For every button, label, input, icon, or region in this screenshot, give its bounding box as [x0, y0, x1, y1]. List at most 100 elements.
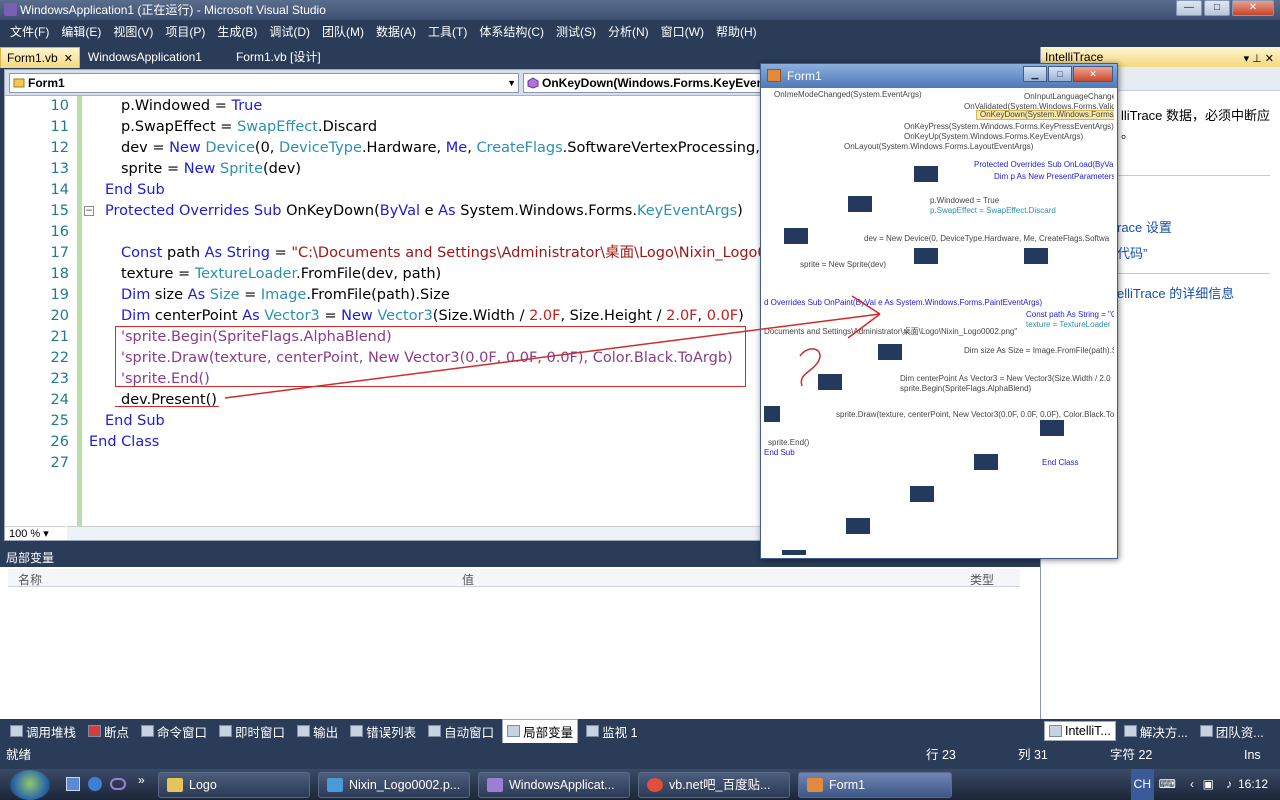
visual-studio-quicklaunch-icon[interactable] [110, 778, 126, 790]
tab-autos[interactable]: 自动窗口 [424, 720, 498, 743]
render-artifact-block [1024, 248, 1048, 264]
form1-maximize-button[interactable]: □ [1048, 66, 1072, 82]
render-artifact-block [846, 518, 870, 534]
ime-indicator[interactable]: CH [1130, 769, 1154, 800]
tab-label: 调用堆栈 [26, 725, 77, 740]
visual-studio-icon [487, 778, 503, 792]
render-artifact-block [878, 344, 902, 360]
menu-project[interactable]: 项目(P) [159, 23, 211, 40]
render-artifact-text: sprite.End() [768, 438, 810, 447]
keyboard-icon[interactable]: ⌨ [1159, 769, 1176, 800]
menu-debug[interactable]: 调试(D) [263, 23, 316, 40]
network-icon[interactable]: ▣ [1203, 769, 1214, 800]
task-logo[interactable]: Logo [158, 772, 310, 798]
tab-solution-explorer[interactable]: 解决方... [1120, 720, 1192, 743]
tab-label: IntelliT... [1065, 724, 1111, 738]
tab-label: 错误列表 [366, 725, 417, 740]
column-type[interactable]: 类型 [970, 571, 994, 588]
tab-immediate-window[interactable]: 即时窗口 [215, 720, 289, 743]
zoom-value: 100 % [9, 528, 41, 540]
intellitrace-settings-link[interactable]: race 设置 [1117, 217, 1172, 236]
tab-intellitrace[interactable]: IntelliT... [1044, 721, 1116, 741]
show-desktop-icon[interactable] [66, 777, 80, 791]
menu-analyze[interactable]: 分析(N) [602, 23, 655, 40]
column-name[interactable]: 名称 [18, 571, 42, 588]
render-artifact-block [914, 166, 938, 182]
line-number: 11 [50, 119, 69, 135]
collapse-icon[interactable]: − [84, 206, 94, 216]
menu-architecture[interactable]: 体系结构(C) [473, 23, 550, 40]
tab-form1-vb[interactable]: Form1.vb ✕ [0, 47, 80, 68]
menu-file[interactable]: 文件(F) [4, 23, 55, 40]
code-editor[interactable]: Form1 ▼ OnKeyDown(Windows.Forms.KeyEvent… [4, 69, 799, 541]
line-number: 24 [50, 392, 69, 408]
chevron-right-icon[interactable]: » [138, 773, 145, 787]
method-combo[interactable]: OnKeyDown(Windows.Forms.KeyEventArgs) [523, 73, 799, 93]
line-number: 26 [50, 434, 69, 450]
maximize-button[interactable]: □ [1204, 0, 1230, 16]
code-area[interactable]: 10 p.Windowed = True 11 p.SwapEffect = S… [5, 96, 763, 528]
horizontal-scrollbar[interactable] [67, 526, 763, 540]
menu-view[interactable]: 视图(V) [107, 23, 159, 40]
task-windowsapplication[interactable]: WindowsApplicat... [478, 772, 630, 798]
tab-label: WindowsApplication1 [87, 50, 202, 64]
output-icon [297, 725, 311, 737]
pin-icon[interactable]: ▾ ⊥ ✕ [1244, 49, 1274, 69]
menu-help[interactable]: 帮助(H) [710, 23, 763, 40]
menu-tools[interactable]: 工具(T) [422, 23, 473, 40]
team-explorer-icon [1199, 725, 1213, 737]
class-combo[interactable]: Form1 ▼ [9, 73, 519, 93]
tab-team-explorer[interactable]: 团队资... [1196, 720, 1268, 743]
tab-windowsapplication1[interactable]: WindowsApplication1 [82, 47, 208, 68]
menu-window[interactable]: 窗口(W) [655, 23, 710, 40]
intellitrace-message: lliTrace 数据，必须中断应 [1121, 108, 1271, 123]
tab-call-stack[interactable]: 调用堆栈 [6, 720, 80, 743]
autos-icon [428, 725, 442, 737]
folder-icon [167, 778, 183, 792]
minimize-button[interactable]: — [1176, 0, 1202, 16]
close-button[interactable]: ✕ [1232, 0, 1274, 16]
volume-icon[interactable]: ♪ [1226, 769, 1232, 800]
form1-window[interactable]: Form1 ▁ □ ✕ OnImeModeChanged(System.Even… [760, 63, 1118, 559]
render-artifact-text: OnKeyPress(System.Windows.Forms.KeyPress… [904, 122, 1114, 131]
menu-edit[interactable]: 编辑(E) [55, 23, 107, 40]
chevron-left-icon[interactable]: ‹ [1190, 769, 1194, 800]
render-artifact-text: Dim size As Size = Image.FromFile(path).… [964, 346, 1114, 355]
tab-output[interactable]: 输出 [293, 720, 342, 743]
task-nixin-logo[interactable]: Nixin_Logo0002.p... [318, 772, 470, 798]
clock[interactable]: 16:12 [1238, 769, 1268, 800]
render-artifact-block [1040, 420, 1064, 436]
tab-label: 自动窗口 [444, 725, 495, 740]
zoom-combo[interactable]: 100 % ▾ [5, 526, 65, 540]
render-artifact-text: End Sub [764, 448, 795, 457]
status-column: 列 31 [1018, 748, 1048, 762]
render-artifact-text: dev = New Device(0, DeviceType.Hardware,… [864, 234, 1110, 243]
menu-team[interactable]: 团队(M) [316, 23, 370, 40]
form1-minimize-button[interactable]: ▁ [1023, 66, 1047, 82]
close-tab-icon[interactable]: ✕ [64, 53, 73, 65]
intellitrace-code-link[interactable]: 代码” [1117, 243, 1147, 262]
render-artifact-text: OnKeyUp(System.Windows.Forms.KeyEventArg… [904, 132, 1084, 141]
tab-label: 输出 [313, 725, 339, 740]
task-browser[interactable]: vb.net吧_百度贴... [638, 772, 790, 798]
tab-watch-1[interactable]: 监视 1 [582, 720, 641, 743]
menu-build[interactable]: 生成(B) [211, 23, 263, 40]
menu-data[interactable]: 数据(A) [370, 23, 422, 40]
menu-test[interactable]: 测试(S) [550, 23, 602, 40]
ie-icon[interactable] [88, 777, 102, 791]
tab-label: 命令窗口 [157, 725, 208, 740]
tab-form1-design[interactable]: Form1.vb [设计] [230, 47, 327, 68]
form1-close-button[interactable]: ✕ [1073, 66, 1113, 82]
render-artifact-text: Protected Overrides Sub OnLoad(ByVal e [974, 160, 1114, 169]
start-button[interactable] [10, 770, 50, 800]
task-form1[interactable]: Form1 [798, 772, 952, 798]
tab-breakpoints[interactable]: 断点 [84, 720, 133, 743]
column-value[interactable]: 值 [462, 571, 474, 588]
divider [1101, 175, 1270, 176]
form1-titlebar: Form1 ▁ □ ✕ [761, 64, 1117, 88]
tab-error-list[interactable]: 错误列表 [346, 720, 420, 743]
render-artifact-block [784, 228, 808, 244]
tab-command-window[interactable]: 命令窗口 [137, 720, 211, 743]
tab-locals[interactable]: 局部变量 [502, 718, 579, 744]
intellitrace-info-link[interactable]: elliTrace 的详细信息 [1117, 283, 1234, 302]
